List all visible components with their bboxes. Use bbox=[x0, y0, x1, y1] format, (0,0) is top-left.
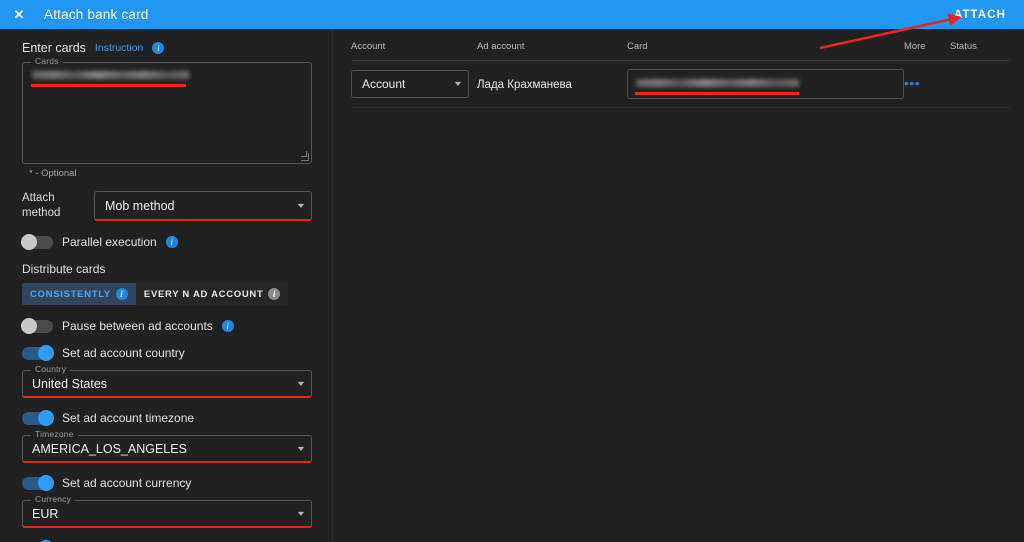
optional-note: * - Optional bbox=[29, 168, 77, 179]
chevron-down-icon: ▾ bbox=[297, 200, 305, 210]
set-currency-row: Set ad account currency bbox=[22, 475, 312, 491]
info-icon[interactable]: i bbox=[115, 288, 128, 300]
more-dots-icon[interactable]: ••• bbox=[904, 75, 920, 91]
parallel-execution-row: Parallel execution i bbox=[21, 234, 312, 250]
column-header-account: Account bbox=[351, 41, 477, 61]
distribute-cards-label: Distribute cards bbox=[22, 262, 106, 276]
currency-select[interactable]: Currency EUR ▾ bbox=[22, 495, 312, 528]
set-currency-toggle[interactable] bbox=[22, 475, 54, 491]
close-icon[interactable]: ✕ bbox=[10, 6, 28, 24]
info-icon[interactable]: i bbox=[152, 42, 165, 54]
set-country-toggle[interactable] bbox=[22, 345, 54, 361]
page-title: Attach bank card bbox=[44, 7, 149, 22]
tab-consistently-label: CONSISTENTLY bbox=[30, 288, 111, 300]
timezone-select[interactable]: Timezone AMERICA_LOS_ANGELES ▾ bbox=[22, 430, 312, 463]
set-timezone-row: Set ad account timezone bbox=[22, 410, 312, 426]
currency-field-legend: Currency bbox=[31, 495, 76, 504]
country-field-legend: Country bbox=[31, 365, 71, 374]
column-header-ad-account: Ad account bbox=[477, 41, 627, 61]
chevron-down-icon: ▾ bbox=[297, 378, 305, 388]
cards-textarea[interactable]: Cards bbox=[22, 57, 312, 164]
chevron-down-icon: ▾ bbox=[297, 443, 305, 453]
currency-value: EUR bbox=[32, 506, 59, 521]
set-currency-label: Set ad account currency bbox=[62, 476, 192, 490]
attach-method-row: Attach method Mob method ▾ bbox=[22, 191, 312, 221]
chevron-down-icon: ▾ bbox=[454, 79, 462, 88]
country-value: United States bbox=[32, 376, 108, 391]
set-country-row: Set ad account country bbox=[22, 345, 312, 361]
pause-between-accounts-toggle[interactable] bbox=[21, 318, 53, 334]
account-select-value: Account bbox=[362, 77, 406, 91]
column-header-status: Status bbox=[949, 41, 1010, 61]
tab-every-n-ad-account-label: EVERY N AD ACCOUNT bbox=[143, 288, 264, 300]
timezone-value: AMERICA_LOS_ANGELES bbox=[32, 441, 187, 456]
parallel-execution-toggle[interactable] bbox=[21, 234, 53, 250]
country-select[interactable]: Country United States ▾ bbox=[22, 365, 312, 398]
textarea-resize-handle[interactable] bbox=[301, 151, 309, 161]
tab-consistently[interactable]: CONSISTENTLY i bbox=[22, 283, 136, 305]
account-select[interactable]: Account ▾ bbox=[351, 70, 469, 98]
pause-between-accounts-label: Pause between ad accounts bbox=[62, 319, 213, 333]
parallel-execution-label: Parallel execution bbox=[62, 235, 157, 249]
workspace: Enter cards Instruction i Cards * - Opti… bbox=[0, 29, 1024, 542]
info-icon[interactable]: i bbox=[221, 320, 234, 332]
annotation-underline-cards bbox=[31, 84, 186, 87]
card-input[interactable] bbox=[627, 69, 904, 99]
table-row: Account ▾ Лада Крахманева ••• bbox=[351, 60, 1010, 108]
set-timezone-label: Set ad account timezone bbox=[62, 411, 195, 425]
cell-ad-account: Лада Крахманева bbox=[477, 60, 627, 108]
cell-card bbox=[627, 60, 904, 108]
tab-every-n-ad-account[interactable]: EVERY N AD ACCOUNT i bbox=[136, 283, 289, 305]
cell-more: ••• bbox=[903, 60, 950, 108]
distribute-cards-tabs: CONSISTENTLY i EVERY N AD ACCOUNT i bbox=[22, 283, 289, 305]
attach-method-select[interactable]: Mob method ▾ bbox=[94, 191, 312, 221]
enter-cards-label: Enter cards bbox=[22, 41, 86, 55]
cell-account: Account ▾ bbox=[351, 60, 477, 108]
cards-table: Account Ad account Card More Status Acco… bbox=[351, 41, 1010, 108]
window-titlebar: ✕ Attach bank card ATTACH bbox=[0, 0, 1024, 29]
set-country-label: Set ad account country bbox=[62, 346, 185, 360]
attach-method-label: Attach method bbox=[22, 192, 61, 219]
info-icon[interactable]: i bbox=[268, 288, 281, 300]
cards-redacted-value bbox=[32, 71, 189, 79]
cell-status bbox=[949, 60, 1010, 108]
card-redacted-value bbox=[636, 79, 799, 87]
set-timezone-toggle[interactable] bbox=[22, 410, 54, 426]
ad-account-name: Лада Крахманева bbox=[477, 79, 572, 91]
cards-table-panel: Account Ad account Card More Status Acco… bbox=[333, 29, 1024, 542]
attach-method-value: Mob method bbox=[105, 198, 175, 213]
card-form-panel: Enter cards Instruction i Cards * - Opti… bbox=[0, 29, 333, 542]
pause-between-accounts-row: Pause between ad accounts i bbox=[21, 318, 312, 334]
info-icon[interactable]: i bbox=[165, 236, 178, 248]
timezone-field-legend: Timezone bbox=[31, 430, 78, 439]
enter-cards-header: Enter cards Instruction i bbox=[22, 41, 312, 55]
attach-button[interactable]: ATTACH bbox=[950, 6, 1010, 24]
column-header-card: Card bbox=[627, 41, 904, 61]
cards-field-legend: Cards bbox=[31, 57, 63, 66]
chevron-down-icon: ▾ bbox=[297, 508, 305, 518]
column-header-more: More bbox=[903, 41, 950, 61]
annotation-underline-card-row bbox=[635, 92, 799, 95]
table-header-row: Account Ad account Card More Status bbox=[351, 41, 1010, 61]
instruction-link[interactable]: Instruction bbox=[95, 42, 143, 54]
